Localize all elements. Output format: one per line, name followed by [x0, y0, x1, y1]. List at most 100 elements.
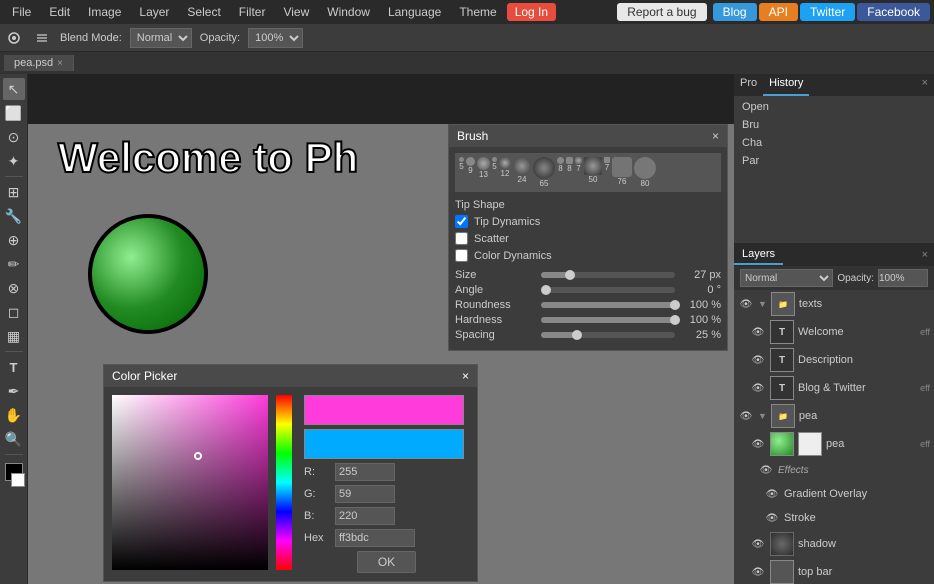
layer-pea[interactable]: 👁 pea eff	[734, 430, 934, 458]
preset-7[interactable]: 65	[533, 157, 555, 188]
clone-tool[interactable]: ⊗	[3, 277, 25, 299]
crop-tool[interactable]: ⊞	[3, 181, 25, 203]
menu-window[interactable]: Window	[319, 3, 378, 21]
preset-13[interactable]: 76	[612, 157, 632, 188]
scatter-checkbox[interactable]	[455, 232, 468, 245]
preset-14[interactable]: 80	[634, 157, 656, 188]
history-open[interactable]: Open	[734, 98, 934, 116]
layers-close[interactable]: ×	[916, 246, 934, 264]
preset-12[interactable]: 7	[604, 157, 610, 188]
preset-11[interactable]: 50	[584, 157, 602, 188]
preset-2[interactable]: 9	[466, 157, 475, 188]
cp-hue-slider[interactable]	[276, 395, 292, 570]
topbar-visibility[interactable]: 👁	[750, 564, 766, 580]
brush-panel-close[interactable]: ×	[712, 129, 719, 143]
layer-pea-folder[interactable]: 👁 ▼ 📁 pea	[734, 402, 934, 430]
eraser-tool[interactable]: ◻	[3, 301, 25, 323]
blend-mode-select[interactable]: Normal	[130, 28, 192, 48]
history-tab[interactable]: History	[763, 74, 809, 96]
login-button[interactable]: Log In	[507, 3, 556, 21]
layers-opacity-input[interactable]	[878, 269, 928, 287]
menu-image[interactable]: Image	[80, 3, 129, 21]
select-rect-tool[interactable]: ⬜	[3, 102, 25, 124]
history-close[interactable]: ×	[916, 74, 934, 96]
cp-gradient-picker[interactable]	[112, 395, 268, 570]
document-tab[interactable]: pea.psd ×	[4, 55, 74, 71]
preset-3[interactable]: 13	[477, 157, 490, 188]
effects-visibility[interactable]: 👁	[758, 462, 774, 478]
opacity-select[interactable]: 100%	[248, 28, 303, 48]
welcome-visibility[interactable]: 👁	[750, 324, 766, 340]
layer-effects[interactable]: 👁 Effects	[734, 458, 934, 482]
tip-dynamics-option[interactable]: Tip Dynamics	[455, 214, 721, 229]
pea-visibility[interactable]: 👁	[750, 436, 766, 452]
texts-visibility[interactable]: 👁	[738, 296, 754, 312]
color-dynamics-checkbox[interactable]	[455, 249, 468, 262]
canvas-area[interactable]: Welcome to Ph Photopea g - advanc - supp…	[28, 74, 734, 584]
layer-texts-folder[interactable]: 👁 ▼ 📁 texts	[734, 290, 934, 318]
layer-topbar[interactable]: 👁 top bar	[734, 558, 934, 584]
menu-filter[interactable]: Filter	[231, 3, 274, 21]
pea-folder-visibility[interactable]: 👁	[738, 408, 754, 424]
gradient-overlay-visibility[interactable]: 👁	[764, 486, 780, 502]
menu-edit[interactable]: Edit	[41, 3, 78, 21]
layers-blend-select[interactable]: Normal	[740, 269, 833, 287]
size-slider[interactable]	[541, 272, 675, 278]
menu-view[interactable]: View	[275, 3, 317, 21]
hand-tool[interactable]: ✋	[3, 404, 25, 426]
preset-6[interactable]: 24	[513, 157, 531, 188]
preset-5[interactable]: 12	[499, 157, 511, 188]
zoom-tool[interactable]: 🔍	[3, 428, 25, 450]
twitter-button[interactable]: Twitter	[800, 3, 855, 21]
layer-shadow[interactable]: 👁 shadow	[734, 530, 934, 558]
spacing-slider[interactable]	[541, 332, 675, 338]
menu-language[interactable]: Language	[380, 3, 449, 21]
brush-tool-icon[interactable]	[4, 28, 24, 48]
color-picker-close[interactable]: ×	[462, 369, 469, 383]
preset-9[interactable]: 8	[566, 157, 573, 188]
angle-slider[interactable]	[541, 287, 675, 293]
gradient-tool[interactable]: ▦	[3, 325, 25, 347]
brush-tool[interactable]: ✏	[3, 253, 25, 275]
description-visibility[interactable]: 👁	[750, 352, 766, 368]
close-tab-button[interactable]: ×	[57, 58, 63, 69]
menu-file[interactable]: File	[4, 3, 39, 21]
roundness-slider[interactable]	[541, 302, 675, 308]
heal-tool[interactable]: ⊕	[3, 229, 25, 251]
pro-tab[interactable]: Pro	[734, 74, 763, 96]
cp-b-input[interactable]	[335, 507, 395, 525]
preset-4[interactable]: 5	[492, 157, 497, 188]
cp-g-input[interactable]	[335, 485, 395, 503]
cp-ok-button[interactable]: OK	[357, 551, 416, 573]
menu-layer[interactable]: Layer	[131, 3, 177, 21]
shadow-visibility[interactable]: 👁	[750, 536, 766, 552]
eyedropper-tool[interactable]: 🔧	[3, 205, 25, 227]
magic-wand-tool[interactable]: ✦	[3, 150, 25, 172]
stroke-visibility[interactable]: 👁	[764, 510, 780, 526]
report-bug-button[interactable]: Report a bug	[617, 3, 706, 21]
lasso-tool[interactable]: ⊙	[3, 126, 25, 148]
pen-tool[interactable]: ✒	[3, 380, 25, 402]
history-cha[interactable]: Cha	[734, 134, 934, 152]
scatter-option[interactable]: Scatter	[455, 231, 721, 246]
api-button[interactable]: API	[759, 3, 798, 21]
cp-r-input[interactable]	[335, 463, 395, 481]
move-tool[interactable]: ↖	[3, 78, 25, 100]
hardness-slider[interactable]	[541, 317, 675, 323]
layer-stroke[interactable]: 👁 Stroke	[734, 506, 934, 530]
preset-10[interactable]: 7	[575, 157, 582, 188]
blog-button[interactable]: Blog	[713, 3, 757, 21]
layers-tab[interactable]: Layers	[734, 245, 783, 265]
background-color[interactable]	[11, 473, 25, 487]
layer-blog-twitter[interactable]: 👁 T Blog & Twitter eff	[734, 374, 934, 402]
type-tool[interactable]: T	[3, 356, 25, 378]
history-bru[interactable]: Bru	[734, 116, 934, 134]
layer-description[interactable]: 👁 T Description	[734, 346, 934, 374]
preset-1[interactable]: 5	[459, 157, 464, 188]
menu-theme[interactable]: Theme	[451, 3, 504, 21]
cp-hex-input[interactable]	[335, 529, 415, 547]
preset-8[interactable]: 8	[557, 157, 564, 188]
layer-welcome[interactable]: 👁 T Welcome eff	[734, 318, 934, 346]
facebook-button[interactable]: Facebook	[857, 3, 930, 21]
menu-select[interactable]: Select	[179, 3, 228, 21]
